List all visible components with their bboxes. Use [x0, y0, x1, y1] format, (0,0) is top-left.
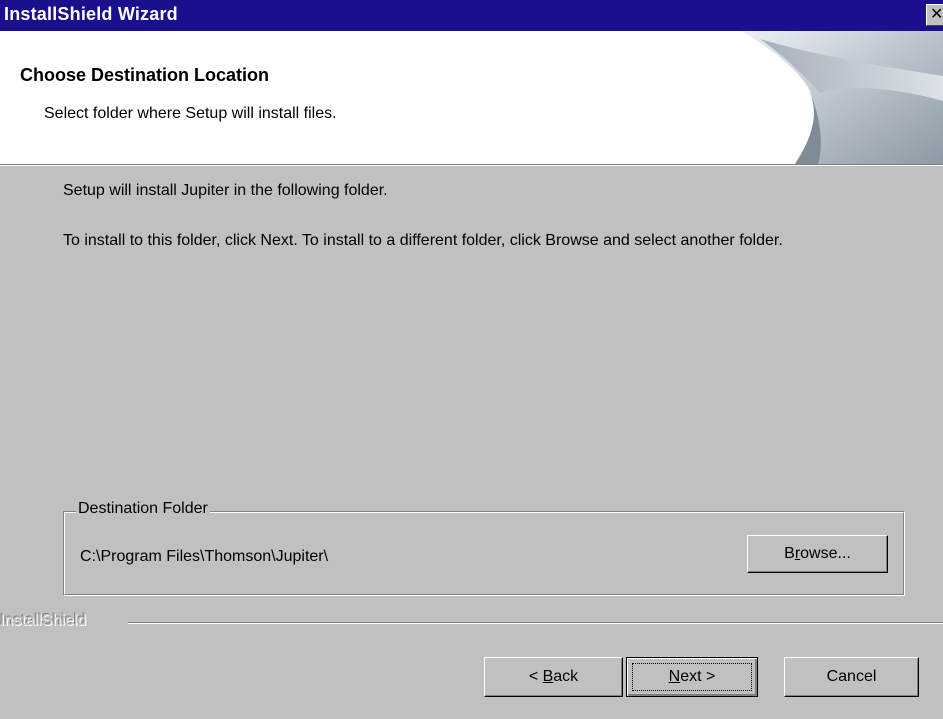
- install-location-text: Setup will install Jupiter in the follow…: [63, 182, 388, 199]
- next-button[interactable]: Next >: [626, 657, 758, 697]
- page-title: Choose Destination Location: [20, 65, 270, 85]
- destination-folder-legend: Destination Folder: [76, 500, 210, 518]
- header-divider-highlight: [0, 165, 943, 166]
- page-curl-graphic: [739, 31, 943, 164]
- back-button[interactable]: < Back: [484, 657, 623, 697]
- close-icon: ✕: [930, 6, 943, 23]
- title-bar[interactable]: InstallShield Wizard ✕: [0, 0, 943, 31]
- installshield-brand: InstallShield: [0, 612, 87, 629]
- cancel-button[interactable]: Cancel: [784, 657, 919, 697]
- close-button[interactable]: ✕: [926, 4, 943, 26]
- destination-path: C:\Program Files\Thomson\Jupiter\: [80, 548, 329, 565]
- browse-button[interactable]: Browse...: [747, 535, 888, 573]
- instruction-text: To install to this folder, click Next. T…: [63, 232, 783, 249]
- wizard-header: Choose Destination Location Select folde…: [0, 31, 943, 164]
- next-focus-rect: Next >: [632, 663, 752, 691]
- page-subtitle: Select folder where Setup will install f…: [44, 105, 337, 122]
- footer-divider-highlight: [128, 623, 943, 624]
- window-title: InstallShield Wizard: [4, 4, 178, 24]
